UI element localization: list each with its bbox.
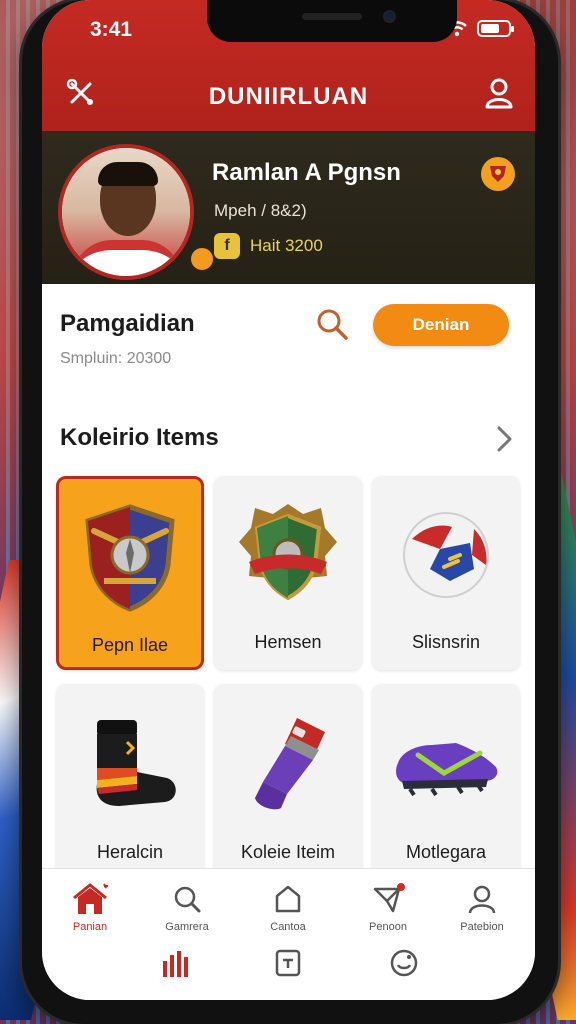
player-photo xyxy=(62,148,190,276)
account-icon[interactable] xyxy=(483,76,515,110)
app-screen: 3:41 DUNIIRLUAN Ramlan A Pgnsn Mpeh / 8&… xyxy=(42,0,535,1000)
nav-item-send[interactable]: Penoon xyxy=(348,881,428,933)
nav-item-label: Penoon xyxy=(369,921,407,933)
collection-item[interactable]: Hemsen xyxy=(214,476,362,670)
profile-card[interactable]: Ramlan A Pgnsn Mpeh / 8&2) f Hait 3200 xyxy=(42,131,535,284)
phone-notch xyxy=(207,0,457,42)
crest-shield-icon xyxy=(85,504,175,612)
collection-item[interactable]: Koleie Iteim xyxy=(214,684,362,878)
collection-item-label: Hemsen xyxy=(254,632,322,652)
chart-icon xyxy=(163,951,188,977)
soccer-ball-icon xyxy=(403,512,489,598)
collection-item-label: Pepn Ilae xyxy=(91,635,169,655)
search-icon xyxy=(174,886,201,913)
profile-subtitle: Mpeh / 8&2) xyxy=(214,201,307,220)
collection-item[interactable]: Slisnsrin xyxy=(372,476,520,670)
main-content: Pamgaidian Smpluin: 20300 Denian Koleiri… xyxy=(42,284,535,878)
stats-button[interactable] xyxy=(156,945,196,981)
profile-name: Ramlan A Pgnsn xyxy=(212,159,401,186)
nav-item-shop[interactable]: Cantoa xyxy=(248,881,328,933)
profile-stat: f Hait 3200 xyxy=(214,233,323,259)
club-crest-icon[interactable] xyxy=(481,157,515,191)
inventory-button[interactable] xyxy=(268,945,308,981)
shop-icon xyxy=(275,885,301,913)
avatar[interactable] xyxy=(58,144,194,280)
home-icon xyxy=(73,883,108,914)
section-title: Pamgaidian xyxy=(60,310,195,337)
nav-item-label: Cantoa xyxy=(270,921,306,933)
collection-item-label: Motlegara xyxy=(405,842,487,862)
collection-item[interactable]: Pepn Ilae xyxy=(56,476,204,670)
collection-item[interactable]: Motlegara xyxy=(372,684,520,878)
status-time: 3:41 xyxy=(90,18,133,41)
search-icon[interactable] xyxy=(314,306,350,342)
nav-item-profile[interactable]: Patebion xyxy=(442,881,522,933)
chevron-right-icon[interactable] xyxy=(491,424,517,454)
nav-item-label: Gamrera xyxy=(165,921,209,933)
sock-icon xyxy=(96,720,176,806)
emoji-button[interactable] xyxy=(384,945,424,981)
stat-icon: f xyxy=(214,233,240,259)
trophy-cannon-icon xyxy=(255,718,325,810)
nav-item-label: Panian xyxy=(72,921,108,933)
profile-stat-value: Hait 3200 xyxy=(250,236,323,255)
phone-frame: 3:41 DUNIIRLUAN Ramlan A Pgnsn Mpeh / 8&… xyxy=(22,0,558,1024)
speaker-grille xyxy=(302,13,362,20)
profile-icon xyxy=(468,885,496,914)
collection-title: Koleirio Items xyxy=(60,424,219,451)
badge-shield-icon xyxy=(239,503,337,600)
nav-item-home[interactable]: Panian xyxy=(50,881,130,933)
battery-icon xyxy=(477,20,514,37)
square-icon xyxy=(275,949,301,977)
bottom-navigation: Panian Gamrera Cantoa Penoon Patebion xyxy=(42,868,535,1000)
collection-grid: Pepn Ilae Hemsen Slisnsrin Heralcin Kole… xyxy=(56,476,522,878)
cta-button[interactable]: Denian xyxy=(373,304,509,346)
nav-item-label: Patebion xyxy=(460,921,504,933)
section-subtitle: Smpluin: 20300 xyxy=(60,350,172,367)
avatar-status-badge xyxy=(188,245,216,273)
send-icon xyxy=(373,883,405,913)
smile-icon xyxy=(390,949,418,977)
collection-item-label: Koleie Iteim xyxy=(240,842,336,862)
front-camera xyxy=(383,10,396,23)
nav-item-search[interactable]: Gamrera xyxy=(147,881,227,933)
collection-item[interactable]: Heralcin xyxy=(56,684,204,878)
collection-item-label: Slisnsrin xyxy=(411,632,481,652)
app-title: DUNIIRLUAN xyxy=(208,83,369,110)
collection-item-label: Heralcin xyxy=(96,842,164,862)
football-boot-icon xyxy=(396,743,498,797)
